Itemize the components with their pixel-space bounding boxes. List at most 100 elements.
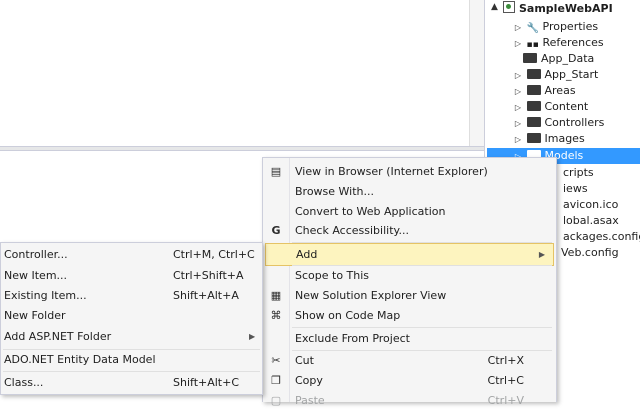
tree-item-areas[interactable]: ▷ Areas [513, 83, 576, 99]
tree-item-label: References [542, 36, 604, 49]
menu-item-shortcut: Ctrl+V [487, 394, 524, 407]
tree-item-app-start[interactable]: ▷ App_Start [513, 67, 598, 83]
menu-item-shortcut: Shift+Alt+A [173, 289, 239, 302]
tree-item-label: cripts [563, 166, 594, 179]
tree-item-images[interactable]: ▷ Images [513, 131, 585, 147]
tree-item-label: Properties [542, 20, 599, 33]
menu-item-label: Browse With... [295, 185, 375, 198]
submenu-item-ado-net-entity-model[interactable]: ADO.NET Entity Data Model [1, 349, 262, 370]
tree-item-app-data[interactable]: App_Data [523, 51, 594, 67]
menu-item-label: New Item... [4, 269, 68, 282]
tree-item-label: ackages.config [563, 230, 640, 243]
tree-item-content[interactable]: ▷ Content [513, 99, 588, 115]
folder-icon [526, 69, 541, 79]
tree-item-references[interactable]: ▷ ▪▪ References [513, 35, 604, 51]
menu-item-shortcut: Ctrl+X [487, 354, 524, 367]
tree-item-label: Images [544, 132, 585, 145]
menu-item-exclude-from-project[interactable]: Exclude From Project [263, 328, 556, 349]
menu-item-label: New Solution Explorer View [295, 289, 447, 302]
submenu-item-class[interactable]: Class... Shift+Alt+C [1, 372, 262, 393]
tree-item-web-config[interactable]: Veb.config [561, 245, 619, 261]
references-icon: ▪▪ [526, 40, 539, 50]
tree-item-scripts[interactable]: cripts [563, 165, 594, 181]
browser-icon: ▤ [270, 165, 282, 178]
expand-arrow-icon[interactable]: ▷ [513, 20, 523, 36]
menu-item-check-accessibility[interactable]: G Check Accessibility... [263, 220, 556, 241]
tree-item-properties[interactable]: ▷ 🔧 Properties [513, 19, 598, 35]
tree-root-expander[interactable]: ▲ [491, 0, 498, 15]
tree-item-label: App_Start [544, 68, 599, 81]
project-label: SampleWebAPI [519, 2, 613, 15]
tree-item-label: lobal.asax [563, 214, 619, 227]
menu-item-scope-to-this[interactable]: Scope to This [263, 265, 556, 286]
menu-item-shortcut: Ctrl+M, Ctrl+C [173, 248, 255, 261]
submenu-arrow-icon: ▶ [249, 332, 256, 341]
expand-arrow-icon[interactable]: ▷ [513, 84, 523, 100]
menu-item-label: Copy [295, 374, 323, 387]
tree-item-favicon[interactable]: avicon.ico [563, 197, 618, 213]
tree-item-label: App_Data [541, 52, 595, 65]
editor-vertical-scrollbar[interactable] [469, 0, 485, 146]
menu-item-label: Add [296, 248, 318, 261]
menu-item-cut[interactable]: ✂ Cut Ctrl+X [263, 350, 556, 371]
menu-item-label: Add ASP.NET Folder [4, 330, 112, 343]
submenu-arrow-icon: ▶ [538, 250, 545, 259]
new-view-icon: ▦ [270, 289, 282, 302]
submenu-item-existing-item[interactable]: Existing Item... Shift+Alt+A [1, 285, 262, 306]
folder-icon [526, 117, 541, 127]
menu-item-view-in-browser[interactable]: ▤ View in Browser (Internet Explorer) [263, 161, 556, 182]
tree-item-label: Controllers [544, 116, 605, 129]
menu-item-label: New Folder [4, 309, 66, 322]
menu-item-paste[interactable]: ▢ Paste Ctrl+V [263, 390, 556, 411]
copy-icon: ❐ [271, 374, 281, 387]
folder-icon [526, 85, 541, 95]
menu-item-label: ADO.NET Entity Data Model [4, 353, 156, 366]
expand-arrow-icon[interactable]: ▷ [513, 116, 523, 132]
submenu-item-new-folder[interactable]: New Folder [1, 305, 262, 326]
wrench-icon: 🔧 [526, 23, 539, 34]
menu-item-show-on-code-map[interactable]: ⌘ Show on Code Map [263, 305, 556, 326]
tree-item-label: Veb.config [561, 246, 619, 259]
expand-arrow-icon[interactable]: ▷ [513, 132, 523, 148]
submenu-item-new-item[interactable]: New Item... Ctrl+Shift+A [1, 265, 262, 286]
project-icon [503, 1, 515, 13]
tree-item-label: iews [563, 182, 588, 195]
tree-item-label: Content [544, 100, 589, 113]
menu-item-label: Scope to This [295, 269, 370, 282]
tree-item-label: avicon.ico [563, 198, 619, 211]
accessibility-icon: G [271, 224, 281, 237]
expand-arrow-icon[interactable]: ▷ [513, 100, 523, 116]
expand-arrow-icon[interactable]: ▷ [513, 36, 523, 52]
menu-item-label: Existing Item... [4, 289, 87, 302]
menu-item-shortcut: Ctrl+C [487, 374, 524, 387]
menu-item-browse-with[interactable]: Browse With... [263, 181, 556, 202]
project-node[interactable]: SampleWebAPI [503, 1, 613, 17]
code-editor[interactable] [0, 0, 469, 146]
tree-item-global-asax[interactable]: lobal.asax [563, 213, 619, 229]
menu-item-label: Cut [295, 354, 314, 367]
expand-arrow-icon[interactable]: ▷ [513, 68, 523, 84]
menu-item-convert-to-web-app[interactable]: Convert to Web Application [263, 201, 556, 222]
menu-item-label: Class... [4, 376, 44, 389]
tree-item-controllers[interactable]: ▷ Controllers [513, 115, 604, 131]
menu-item-copy[interactable]: ❐ Copy Ctrl+C [263, 370, 556, 391]
menu-item-label: Controller... [4, 248, 68, 261]
folder-icon [526, 133, 541, 143]
submenu-item-controller[interactable]: Controller... Ctrl+M, Ctrl+C [1, 244, 262, 265]
menu-item-add[interactable]: Add ▶ [265, 243, 554, 266]
menu-item-label: Exclude From Project [295, 332, 410, 345]
menu-item-new-solution-explorer-view[interactable]: ▦ New Solution Explorer View [263, 285, 556, 306]
context-menu: ▤ View in Browser (Internet Explorer) Br… [262, 157, 557, 407]
folder-icon [523, 53, 537, 63]
menu-item-shortcut: Ctrl+Shift+A [173, 269, 244, 282]
menu-item-label: Convert to Web Application [295, 205, 446, 218]
menu-item-label: Paste [295, 394, 325, 407]
paste-icon: ▢ [270, 394, 282, 407]
submenu-item-add-aspnet-folder[interactable]: Add ASP.NET Folder ▶ [1, 326, 262, 347]
folder-icon [526, 101, 541, 111]
tree-item-packages-config[interactable]: ackages.config [563, 229, 640, 245]
tree-item-views[interactable]: iews [563, 181, 588, 197]
menu-item-label: Check Accessibility... [295, 224, 409, 237]
tree-item-label: Areas [544, 84, 576, 97]
menu-item-label: Show on Code Map [295, 309, 401, 322]
